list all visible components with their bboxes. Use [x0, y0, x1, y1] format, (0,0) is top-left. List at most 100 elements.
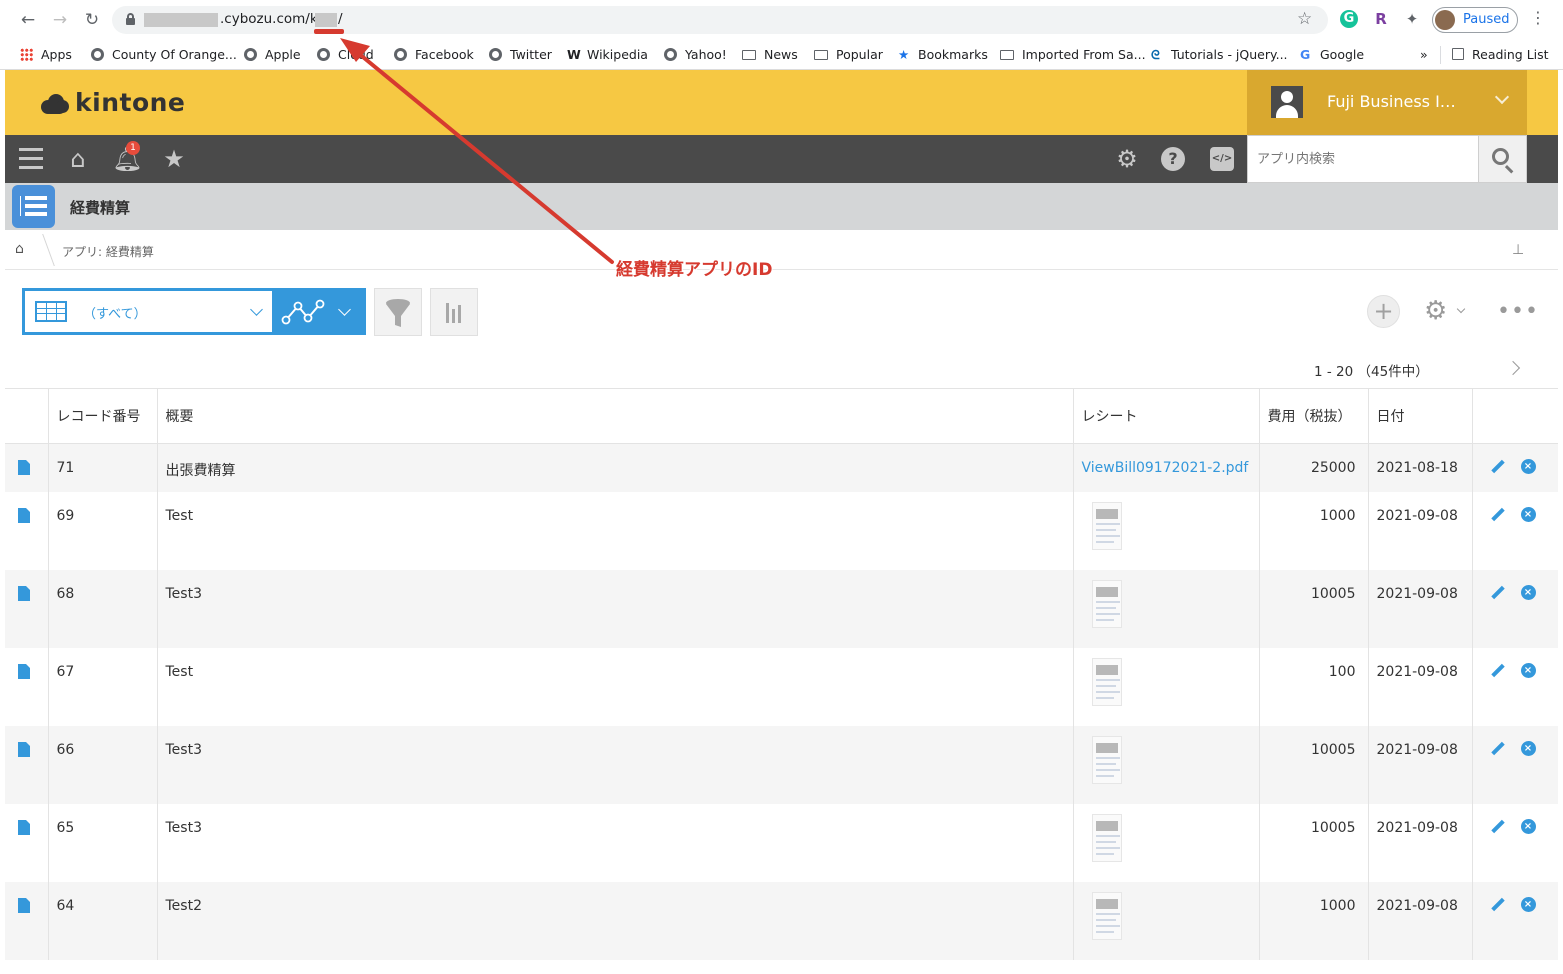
- bookmark-twitter[interactable]: Twitter: [489, 45, 552, 65]
- delete-x-icon[interactable]: ×: [1520, 897, 1536, 912]
- app-list-icon[interactable]: [12, 185, 55, 228]
- bookmark-google[interactable]: G Google: [1300, 45, 1364, 65]
- bookmark-popular[interactable]: Popular: [814, 45, 883, 65]
- column-header-cost[interactable]: 費用（税抜）: [1258, 389, 1368, 444]
- user-menu[interactable]: Fuji Business I…: [1247, 70, 1527, 135]
- delete-x-icon[interactable]: ×: [1520, 507, 1536, 522]
- bookmark-imported[interactable]: Imported From Sa...: [1000, 45, 1146, 65]
- app-search-input[interactable]: [1248, 136, 1478, 182]
- column-header-record-number[interactable]: レコード番号: [47, 389, 157, 444]
- grammarly-extension-icon[interactable]: G: [1340, 10, 1358, 28]
- reading-list[interactable]: Reading List: [1452, 45, 1549, 65]
- back-arrow-icon[interactable]: ←: [16, 8, 40, 32]
- kintone-toolbar: ⌂ 🔔︎ 1 ★ ⚙ ? </>: [5, 135, 1558, 183]
- app-search-field[interactable]: [1247, 135, 1479, 183]
- delete-x-icon[interactable]: ×: [1520, 819, 1536, 834]
- bar-chart-icon: [446, 303, 461, 323]
- jquery-icon: ᘓ: [1151, 47, 1160, 62]
- globe-icon: [244, 48, 257, 61]
- bookmark-news[interactable]: News: [742, 45, 798, 65]
- graph-button[interactable]: [430, 288, 478, 336]
- column-header-receipt[interactable]: レシート: [1072, 389, 1259, 444]
- record-detail-icon[interactable]: [18, 586, 30, 601]
- bookmark-apps[interactable]: Apps: [20, 45, 72, 65]
- extensions-puzzle-icon[interactable]: ✦: [1403, 10, 1421, 28]
- record-detail-icon[interactable]: [18, 742, 30, 757]
- google-icon: G: [1300, 47, 1311, 62]
- breadcrumb-app[interactable]: アプリ: 経費精算: [62, 243, 154, 260]
- receipt-thumbnail[interactable]: [1091, 814, 1122, 862]
- pin-icon[interactable]: ⊥: [1512, 242, 1524, 258]
- edit-pencil-icon[interactable]: [1490, 585, 1505, 600]
- address-bar[interactable]: .cybozu.com/k/ /: [112, 6, 1328, 34]
- column-header-date[interactable]: 日付: [1367, 389, 1472, 444]
- cell-cost: 1000: [1258, 882, 1368, 960]
- table-row: 71 出張費精算 ViewBill09172021-2.pdf 25000 20…: [5, 443, 1558, 492]
- more-options-icon[interactable]: •••: [1497, 299, 1539, 324]
- bookmark-county-of-orange[interactable]: County Of Orange...: [91, 45, 237, 65]
- bookmark-tutorials-jquery[interactable]: ᘓ Tutorials - jQuery...: [1151, 45, 1288, 65]
- edit-pencil-icon[interactable]: [1490, 819, 1505, 834]
- cell-summary: Test: [156, 648, 1073, 726]
- address-row: ← → ↻ .cybozu.com/k/ / ☆ G R ✦ Paused ⋮: [0, 0, 1563, 40]
- edit-pencil-icon[interactable]: [1490, 897, 1505, 912]
- view-dropdown[interactable]: （すべて）: [25, 291, 272, 332]
- code-icon[interactable]: </>: [1210, 147, 1234, 171]
- bookmark-facebook[interactable]: Facebook: [394, 45, 474, 65]
- record-detail-icon[interactable]: [18, 820, 30, 835]
- cell-record-number: 64: [47, 882, 157, 960]
- bookmark-yahoo[interactable]: Yahoo!: [664, 45, 727, 65]
- edit-pencil-icon[interactable]: [1490, 663, 1505, 678]
- bookmark-bookmarks[interactable]: ★ Bookmarks: [898, 45, 988, 65]
- delete-x-icon[interactable]: ×: [1520, 741, 1536, 756]
- help-icon[interactable]: ?: [1161, 147, 1185, 171]
- settings-gear-icon[interactable]: ⚙: [1113, 145, 1141, 173]
- bookmark-star-icon[interactable]: ☆: [1297, 9, 1312, 29]
- add-record-button[interactable]: +: [1367, 295, 1400, 328]
- home-icon[interactable]: ⌂: [64, 145, 92, 173]
- profile-button[interactable]: Paused: [1432, 7, 1518, 33]
- receipt-file-link[interactable]: ViewBill09172021-2.pdf: [1082, 460, 1249, 476]
- hamburger-menu-icon[interactable]: [17, 145, 45, 173]
- cell-cost: 25000: [1258, 443, 1368, 492]
- app-settings-gear-icon[interactable]: ⚙: [1424, 297, 1447, 325]
- delete-x-icon[interactable]: ×: [1520, 663, 1536, 678]
- delete-x-icon[interactable]: ×: [1520, 458, 1536, 474]
- edit-pencil-icon[interactable]: [1490, 507, 1505, 522]
- chevron-down-icon: [338, 303, 351, 316]
- search-button[interactable]: [1479, 135, 1527, 183]
- table-row: 69 Test 1000 2021-09-08 ×: [5, 492, 1558, 570]
- favorites-star-icon[interactable]: ★: [160, 145, 188, 173]
- bookmark-wikipedia[interactable]: W Wikipedia: [567, 45, 648, 65]
- record-detail-icon[interactable]: [18, 898, 30, 913]
- bookmarks-overflow[interactable]: »: [1420, 45, 1428, 65]
- r-extension-icon[interactable]: R: [1372, 10, 1390, 28]
- delete-x-icon[interactable]: ×: [1520, 585, 1536, 600]
- column-header-detail: [5, 389, 48, 444]
- filter-button[interactable]: [374, 288, 422, 336]
- chevron-down-icon: [1494, 89, 1510, 105]
- receipt-thumbnail[interactable]: [1091, 736, 1122, 784]
- receipt-thumbnail[interactable]: [1091, 502, 1122, 550]
- wikipedia-icon: W: [567, 47, 581, 62]
- receipt-thumbnail[interactable]: [1091, 658, 1122, 706]
- edit-pencil-icon[interactable]: [1490, 459, 1505, 474]
- record-detail-icon[interactable]: [18, 664, 30, 679]
- cell-date: 2021-09-08: [1367, 804, 1472, 882]
- column-header-summary[interactable]: 概要: [156, 389, 1073, 444]
- folder-icon: [814, 50, 828, 60]
- browser-menu-icon[interactable]: ⋮: [1530, 8, 1546, 27]
- bookmark-apple[interactable]: Apple: [244, 45, 301, 65]
- graph-dropdown[interactable]: [274, 288, 366, 335]
- receipt-thumbnail[interactable]: [1091, 892, 1122, 940]
- record-detail-icon[interactable]: [18, 508, 30, 523]
- edit-pencil-icon[interactable]: [1490, 741, 1505, 756]
- breadcrumb-home-icon[interactable]: ⌂: [15, 242, 29, 256]
- bookmark-cloud[interactable]: Cloud: [317, 45, 374, 65]
- reload-icon[interactable]: ↻: [80, 8, 104, 32]
- forward-arrow-icon[interactable]: →: [48, 8, 72, 32]
- receipt-thumbnail[interactable]: [1091, 580, 1122, 628]
- record-detail-icon[interactable]: [18, 459, 30, 475]
- table-row: 67 Test 100 2021-09-08 ×: [5, 648, 1558, 726]
- next-page-chevron-icon[interactable]: [1505, 360, 1521, 376]
